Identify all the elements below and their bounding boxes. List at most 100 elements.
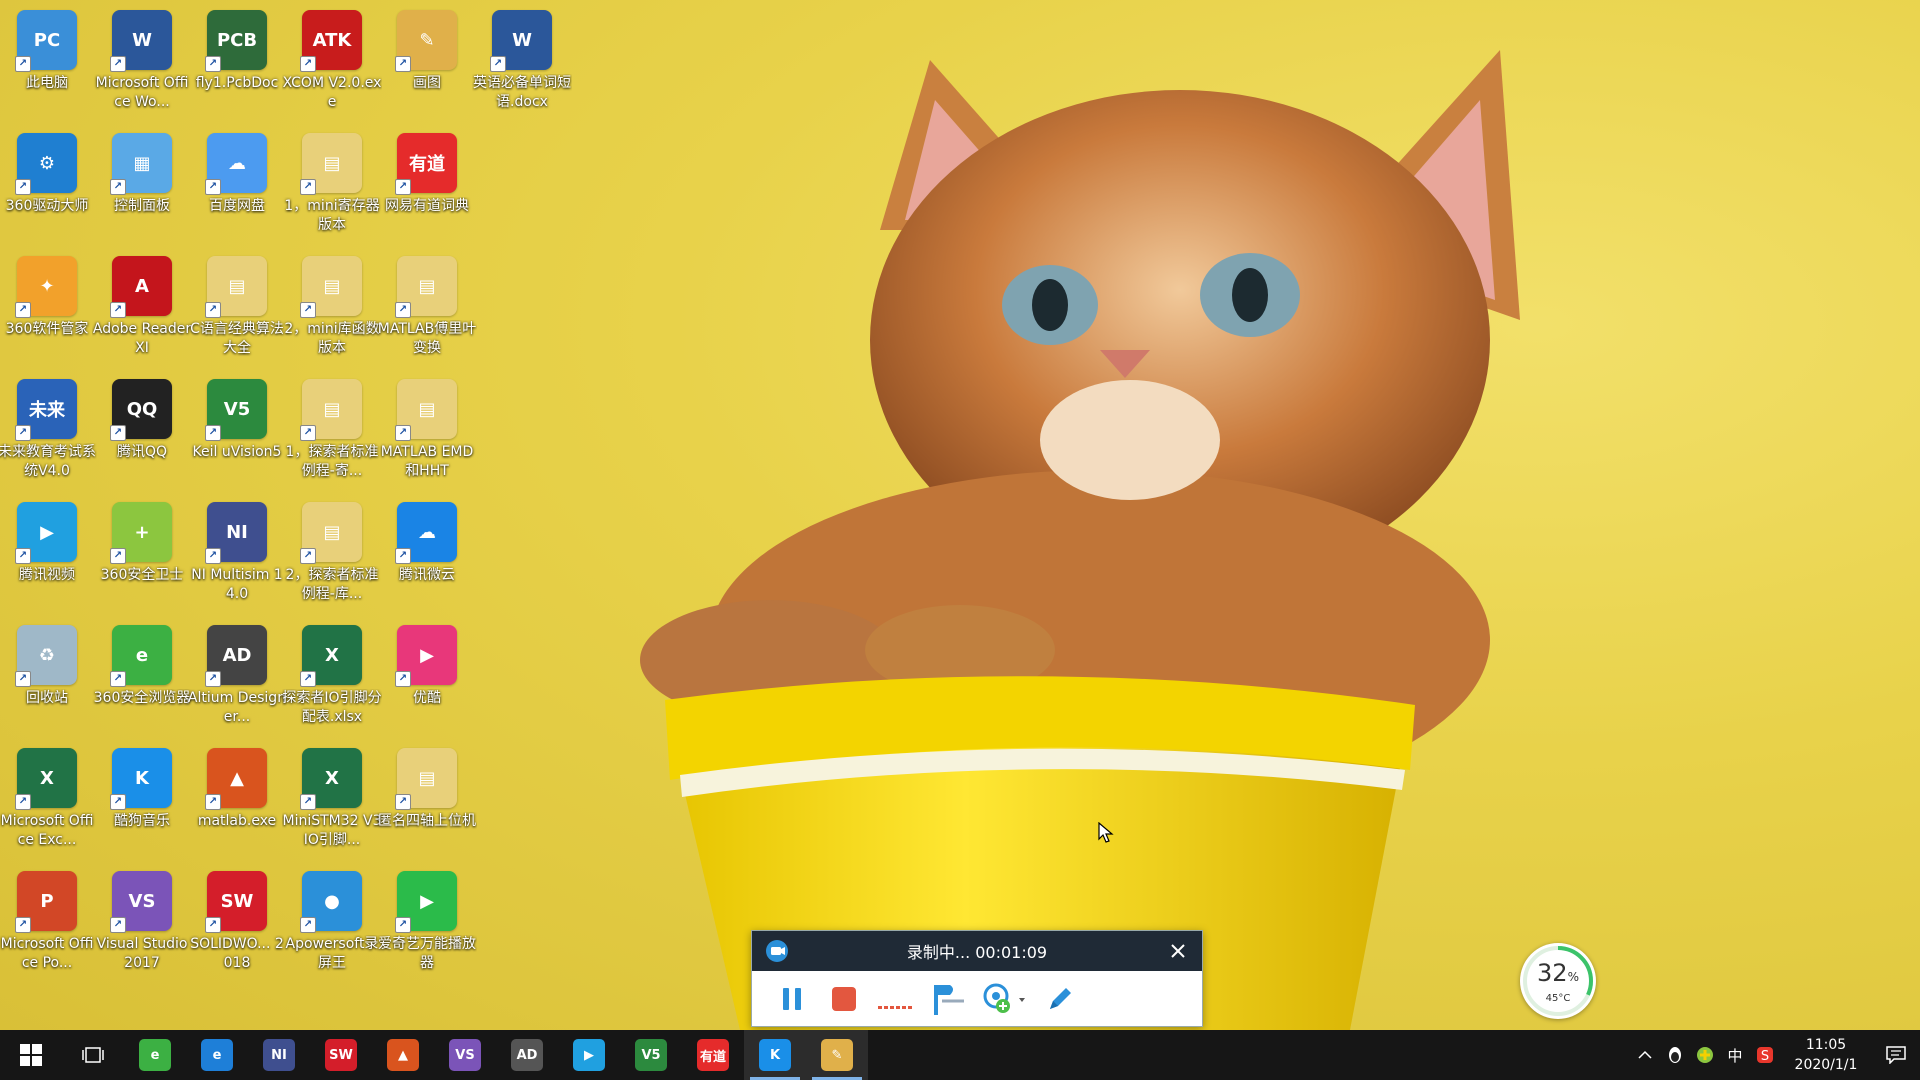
taskbar-app-tencent-video[interactable]: ▶ [558,1030,620,1080]
desktop-icon-label: 腾讯微云 [399,567,455,583]
taskbar-app-altium[interactable]: AD [496,1030,558,1080]
desktop-icon[interactable]: ▶ ↗ 优酷 [381,617,473,735]
app-icon: K ↗ [110,748,172,810]
webcam-toggle-button[interactable] [974,977,1034,1021]
desktop-icon-label: Visual Studio 2017 [96,936,188,971]
desktop-icon[interactable]: ▲ ↗ matlab.exe [191,740,283,858]
desktop-icon-label: 1，探索者标准例程-寄... [285,444,379,479]
desktop-icon[interactable]: ▤ ↗ 1，探索者标准例程-寄... [286,371,378,489]
app-icon: ☁ ↗ [395,502,457,564]
microphone-settings-button[interactable] [922,977,974,1021]
audio-level-indicator[interactable] [870,977,922,1021]
app-icon: P ↗ [15,871,77,933]
tray-qq-icon[interactable] [1660,1030,1690,1080]
desktop-icon[interactable]: QQ ↗ 腾讯QQ [96,371,188,489]
action-center-button[interactable] [1872,1030,1920,1080]
desktop-icon-label: Apowersoft录屏王 [285,936,379,971]
shortcut-arrow-icon: ↗ [300,794,316,810]
desktop-icon[interactable]: A ↗ Adobe Reader XI [93,248,191,366]
sogou-s-icon: S [1757,1047,1773,1064]
taskbar-app-keil[interactable]: V5 [620,1030,682,1080]
desktop-icon-label: Microsoft Office Wo... [95,75,189,110]
desktop-icon[interactable]: ✎ ↗ 画图 [381,2,473,120]
taskbar-app-360-browser[interactable]: e [124,1030,186,1080]
shortcut-arrow-icon: ↗ [300,548,316,564]
shortcut-arrow-icon: ↗ [395,425,411,441]
desktop-icon[interactable]: ▦ ↗ 控制面板 [96,125,188,243]
desktop-icon[interactable]: P ↗ Microsoft Office Po... [1,863,93,981]
tray-360-guard-icon[interactable] [1690,1030,1720,1080]
show-hidden-icons-button[interactable] [1630,1030,1660,1080]
desktop-icon[interactable]: ▤ ↗ 2，mini库函数版本 [284,248,380,366]
desktop-icon[interactable]: ▤ ↗ 匿名四轴上位机 [378,740,476,858]
desktop-icon-label: 此电脑 [26,75,68,91]
taskbar-app-youdao[interactable]: 有道 [682,1030,744,1080]
app-icon: ✎ ↗ [395,10,457,72]
desktop-icon[interactable]: X ↗ 探索者IO引脚分配表.xlsx [282,617,382,735]
solidworks-icon: SW [325,1039,357,1071]
desktop-icon[interactable]: ✦ ↗ 360软件管家 [1,248,93,366]
desktop-icon[interactable]: X ↗ MiniSTM32 V3 IO引脚... [283,740,382,858]
shortcut-arrow-icon: ↗ [15,425,31,441]
recorder-close-button[interactable] [1164,937,1192,965]
desktop-icon[interactable]: 有道 ↗ 网易有道词典 [381,125,473,243]
pause-recording-button[interactable] [766,977,818,1021]
desktop-icon[interactable]: VS ↗ Visual Studio 2017 [96,863,188,981]
tray-sogou-ime-icon[interactable]: S [1750,1030,1780,1080]
desktop-icon[interactable]: W ↗ Microsoft Office Wo... [96,2,188,120]
shortcut-arrow-icon: ↗ [395,794,411,810]
app-icon: W ↗ [110,10,172,72]
annotate-pen-button[interactable] [1034,977,1086,1021]
shortcut-arrow-icon: ↗ [395,671,411,687]
taskbar-clock[interactable]: 11:05 2020/1/1 [1780,1030,1872,1080]
desktop-icon[interactable]: ▤ ↗ MATLAB EMD和HHT [381,371,473,489]
desktop-icon[interactable]: ATK ↗ XCOM V2.0.exe [283,2,381,120]
shortcut-arrow-icon: ↗ [300,302,316,318]
desktop-icon[interactable]: ▤ ↗ 2，探索者标准例程-库... [286,494,378,612]
taskbar-app-kugou[interactable]: K [744,1030,806,1080]
desktop-icon[interactable]: ☁ ↗ 百度网盘 [191,125,283,243]
desktop-icon[interactable]: ▶ ↗ 爱奇艺万能播放器 [378,863,476,981]
desktop-icon[interactable]: ♻ ↗ 回收站 [1,617,93,735]
app-icon: V5 ↗ [205,379,267,441]
input-method-indicator[interactable]: 中 [1720,1030,1750,1080]
desktop-icon[interactable]: AD ↗ Altium Designer... [188,617,286,735]
stop-recording-button[interactable] [818,977,870,1021]
taskbar-app-edge[interactable]: e [186,1030,248,1080]
desktop-icon[interactable]: W ↗ 英语必备单词短语.docx [473,2,571,120]
notification-icon [1886,1046,1906,1064]
app-icon: ATK ↗ [300,10,362,72]
desktop-icon[interactable]: ☁ ↗ 腾讯微云 [381,494,473,612]
desktop-icon[interactable]: + ↗ 360安全卫士 [96,494,188,612]
taskbar-app-matlab[interactable]: ▲ [372,1030,434,1080]
shortcut-arrow-icon: ↗ [205,917,221,933]
start-button[interactable] [0,1030,62,1080]
shortcut-arrow-icon: ↗ [205,548,221,564]
taskbar-app-multisim[interactable]: NI [248,1030,310,1080]
desktop-icon[interactable]: ⚙ ↗ 360驱动大师 [1,125,93,243]
taskbar-app-paint[interactable]: ✎ [806,1030,868,1080]
desktop-icon[interactable]: K ↗ 酷狗音乐 [96,740,188,858]
taskbar-app-solidworks[interactable]: SW [310,1030,372,1080]
desktop-icon[interactable]: ▤ ↗ MATLAB傅里叶变换 [378,248,476,366]
desktop-icon[interactable]: PC ↗ 此电脑 [1,2,93,120]
desktop-icon[interactable]: ● ↗ Apowersoft录屏王 [286,863,378,981]
desktop-icon[interactable]: NI ↗ NI Multisim 14.0 [191,494,283,612]
memory-usage-gauge[interactable]: 32% 45°C [1520,943,1596,1019]
task-view-button[interactable] [62,1030,124,1080]
desktop-icon[interactable]: ▶ ↗ 腾讯视频 [1,494,93,612]
desktop-icon[interactable]: X ↗ Microsoft Office Exc... [1,740,93,858]
desktop-icon[interactable]: ▤ ↗ C语言经典算法大全 [190,248,284,366]
desktop-icon[interactable]: e ↗ 360安全浏览器 [94,617,190,735]
desktop-icon[interactable]: SW ↗ SOLIDWO... 2018 [190,863,284,981]
desktop-icon[interactable]: PCB ↗ fly1.PcbDoc [191,2,283,120]
taskbar-app-visual-studio[interactable]: VS [434,1030,496,1080]
desktop-icon[interactable]: 未来 ↗ 未来教育考试系统V4.0 [0,371,96,489]
desktop-icon-label: 优酷 [413,690,441,706]
screen-recorder-toolbar[interactable]: 录制中... 00:01:09 [751,930,1203,1027]
desktop-icon[interactable]: ▤ ↗ 1，mini寄存器版本 [284,125,380,243]
desktop-icon[interactable]: V5 ↗ Keil uVision5 [191,371,283,489]
recorder-title-bar[interactable]: 录制中... 00:01:09 [752,931,1202,971]
shortcut-arrow-icon: ↗ [205,425,221,441]
pen-icon [1050,987,1071,1009]
